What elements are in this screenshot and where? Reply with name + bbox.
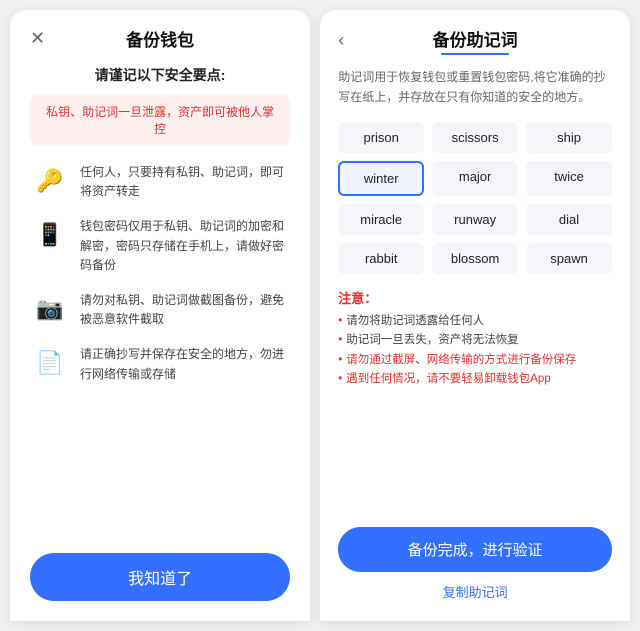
word-grid: prison scissors ship wintermajortwice miracl… <box>338 122 612 274</box>
word-cell: runway <box>432 204 518 235</box>
left-header: ✕ 备份钱包 <box>30 26 290 51</box>
safety-item-text-3: 请正确抄写并保存在安全的地方，勿进行网络传输或存储 <box>80 343 290 383</box>
word-cell: spawn <box>526 243 612 274</box>
notice-item: 请勿通过截屏、网络传输的方式进行备份保存 <box>338 351 612 371</box>
mnemonic-description: 助记词用于恢复钱包或重置钱包密码,将它准确的抄写在纸上，并存放在只有你知道的安全… <box>338 67 612 108</box>
warning-text: 私钥、助记词一旦泄露，资产即可被他人掌控 <box>42 103 278 137</box>
notice-section: 注意： 请勿将助记词透露给任何人助记词一旦丢失，资产将无法恢复请勿通过截屏、网络… <box>338 288 612 390</box>
safety-icon-2: 📷 <box>30 289 70 329</box>
right-title-wrapper: 备份助记词 <box>433 26 518 55</box>
right-header: ‹ 备份助记词 <box>338 26 612 55</box>
notice-item: 请勿将助记词透露给任何人 <box>338 312 612 332</box>
word-cell: miracle <box>338 204 424 235</box>
warning-box: 私钥、助记词一旦泄露，资产即可被他人掌控 <box>30 95 290 145</box>
back-button[interactable]: ‹ <box>338 30 344 51</box>
left-title: 备份钱包 <box>126 26 194 51</box>
notice-item: 助记词一旦丢失，资产将无法恢复 <box>338 331 612 351</box>
safety-items-list: 🔑 任何人，只要持有私钥、助记词，即可将资产转走 📱 钱包密码仅用于私钥、助记词… <box>30 161 290 539</box>
right-title: 备份助记词 <box>433 26 518 51</box>
word-cell: major <box>432 161 518 196</box>
notice-item: 遇到任何情况，请不要轻易卸载钱包App <box>338 370 612 390</box>
safety-item: 📄 请正确抄写并保存在安全的地方，勿进行网络传输或存储 <box>30 343 290 383</box>
word-cell: ship <box>526 122 612 153</box>
word-cell: twice <box>526 161 612 196</box>
left-panel: ✕ 备份钱包 请谨记以下安全要点: 私钥、助记词一旦泄露，资产即可被他人掌控 🔑… <box>10 10 310 621</box>
word-cell: prison <box>338 122 424 153</box>
word-cell: blossom <box>432 243 518 274</box>
safety-item-text-1: 钱包密码仅用于私钥、助记词的加密和解密，密码只存储在手机上，请做好密码备份 <box>80 215 290 275</box>
copy-mnemonic-link[interactable]: 复制助记词 <box>338 582 612 601</box>
word-cell: scissors <box>432 122 518 153</box>
right-panel: ‹ 备份助记词 助记词用于恢复钱包或重置钱包密码,将它准确的抄写在纸上，并存放在… <box>320 10 630 621</box>
word-cell: winter <box>338 161 424 196</box>
notice-title: 注意： <box>338 288 612 307</box>
backup-verify-button[interactable]: 备份完成，进行验证 <box>338 527 612 572</box>
word-cell: dial <box>526 204 612 235</box>
left-bottom: 我知道了 <box>30 553 290 601</box>
safety-title: 请谨记以下安全要点: <box>30 65 290 85</box>
safety-item: 📱 钱包密码仅用于私钥、助记词的加密和解密，密码只存储在手机上，请做好密码备份 <box>30 215 290 275</box>
safety-icon-0: 🔑 <box>30 161 70 201</box>
safety-item-text-0: 任何人，只要持有私钥、助记词，即可将资产转走 <box>80 161 290 201</box>
safety-icon-1: 📱 <box>30 215 70 255</box>
safety-item-text-2: 请勿对私钥、助记词做截图备份，避免被恶意软件截取 <box>80 289 290 329</box>
word-cell: rabbit <box>338 243 424 274</box>
close-button[interactable]: ✕ <box>30 28 45 49</box>
safety-icon-3: 📄 <box>30 343 70 383</box>
right-bottom: 备份完成，进行验证 复制助记词 <box>338 527 612 601</box>
safety-item: 🔑 任何人，只要持有私钥、助记词，即可将资产转走 <box>30 161 290 201</box>
title-underline <box>441 53 509 55</box>
safety-item: 📷 请勿对私钥、助记词做截图备份，避免被恶意软件截取 <box>30 289 290 329</box>
know-button[interactable]: 我知道了 <box>30 553 290 601</box>
